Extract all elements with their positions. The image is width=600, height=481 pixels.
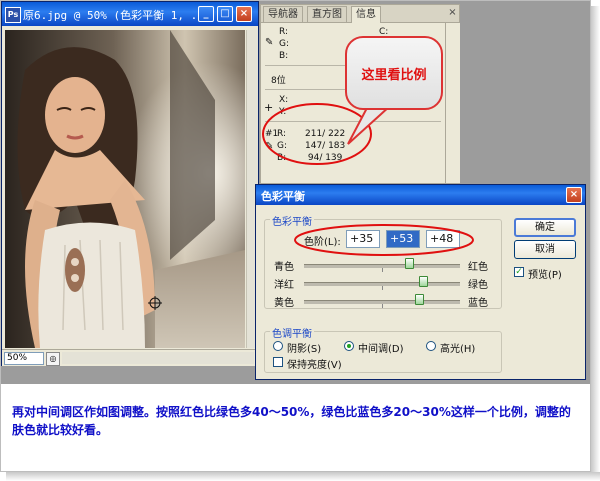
eyedropper-icon: ✎ <box>265 37 274 48</box>
image-window-titlebar[interactable]: Ps 原6.jpg @ 50% (色彩平衡 1, ... _ □ × <box>2 2 258 26</box>
slider-right-label-blue: 蓝色 <box>468 298 488 309</box>
slider-right-label-green: 绿色 <box>468 280 488 291</box>
info-g-label: G: <box>279 39 290 49</box>
ok-button[interactable]: 确定 <box>514 218 576 237</box>
levels-annotation-ellipse <box>294 224 474 256</box>
panel-scrollbar[interactable] <box>445 23 460 183</box>
image-window: Ps 原6.jpg @ 50% (色彩平衡 1, ... _ □ × 50% ◎ <box>1 1 259 366</box>
preserve-luminosity-checkbox[interactable] <box>273 357 283 367</box>
slider-left-label-yellow: 黄色 <box>274 298 294 309</box>
frame-shadow-right <box>591 6 600 481</box>
panel-tab-bar: 导航器 直方图 信息 × <box>261 5 459 23</box>
slider-thumb-cyan-red[interactable] <box>405 258 415 269</box>
tutorial-caption: 再对中间调区作如图调整。按照红色比绿色多40～50%，绿色比蓝色多20～30%这… <box>12 405 571 437</box>
frame-shadow-bottom <box>6 472 600 481</box>
image-horizontal-scrollbar[interactable] <box>62 352 254 364</box>
tab-navigator[interactable]: 导航器 <box>263 6 303 22</box>
cancel-button[interactable]: 取消 <box>514 240 576 259</box>
radio-shadows-label[interactable]: 阴影(S) <box>287 340 321 355</box>
preview-checkbox[interactable]: ✓ <box>514 267 524 277</box>
radio-highlights[interactable] <box>426 341 436 351</box>
minimize-button[interactable]: _ <box>198 6 214 22</box>
photoshop-icon: Ps <box>5 7 21 23</box>
slider-center-tick <box>382 286 383 290</box>
portrait-photo <box>5 30 245 348</box>
panel-close-icon[interactable]: × <box>447 7 458 18</box>
zoom-level-field[interactable]: 50% <box>4 352 44 365</box>
callout-bubble: 这里看比例 <box>345 36 443 110</box>
info-r-label: R: <box>279 27 289 37</box>
slider-center-tick <box>382 304 383 308</box>
slider-right-label-red: 红色 <box>468 262 488 273</box>
dialog-title: 色彩平衡 <box>261 190 305 203</box>
radio-highlights-label[interactable]: 高光(H) <box>440 340 475 355</box>
image-status-bar: 50% ◎ <box>2 349 258 366</box>
image-window-title: 原6.jpg @ 50% (色彩平衡 1, ... <box>23 9 211 22</box>
tone-group-legend: 色调平衡 <box>270 325 314 340</box>
tab-info[interactable]: 信息 <box>351 6 381 23</box>
maximize-button[interactable]: □ <box>217 6 233 22</box>
tab-histogram[interactable]: 直方图 <box>307 6 347 22</box>
slider-thumb-magenta-green[interactable] <box>419 276 429 287</box>
slider-thumb-yellow-blue[interactable] <box>415 294 425 305</box>
close-button[interactable]: × <box>236 6 252 22</box>
slider-center-tick <box>382 268 383 272</box>
radio-midtones-label[interactable]: 中间调(D) <box>358 340 404 355</box>
preview-label[interactable]: 预览(P) <box>528 266 562 281</box>
dialog-close-button[interactable]: × <box>566 187 582 203</box>
radio-shadows[interactable] <box>273 341 283 351</box>
info-b-label: B: <box>279 51 289 61</box>
preserve-luminosity-label[interactable]: 保持亮度(V) <box>287 356 342 371</box>
callout-text: 这里看比例 <box>361 68 427 83</box>
bit-depth: 8位 <box>271 76 286 86</box>
dialog-titlebar[interactable]: 色彩平衡 × <box>256 185 585 205</box>
slider-left-label-magenta: 洋红 <box>274 280 294 291</box>
color-balance-dialog: 色彩平衡 × 色彩平衡 色阶(L): +35 +53 +48 青色 红色 洋红 … <box>255 184 586 380</box>
status-menu-icon[interactable]: ◎ <box>46 352 60 366</box>
photo-canvas[interactable] <box>5 30 245 348</box>
slider-left-label-cyan: 青色 <box>274 262 294 273</box>
radio-midtones[interactable] <box>344 341 354 351</box>
